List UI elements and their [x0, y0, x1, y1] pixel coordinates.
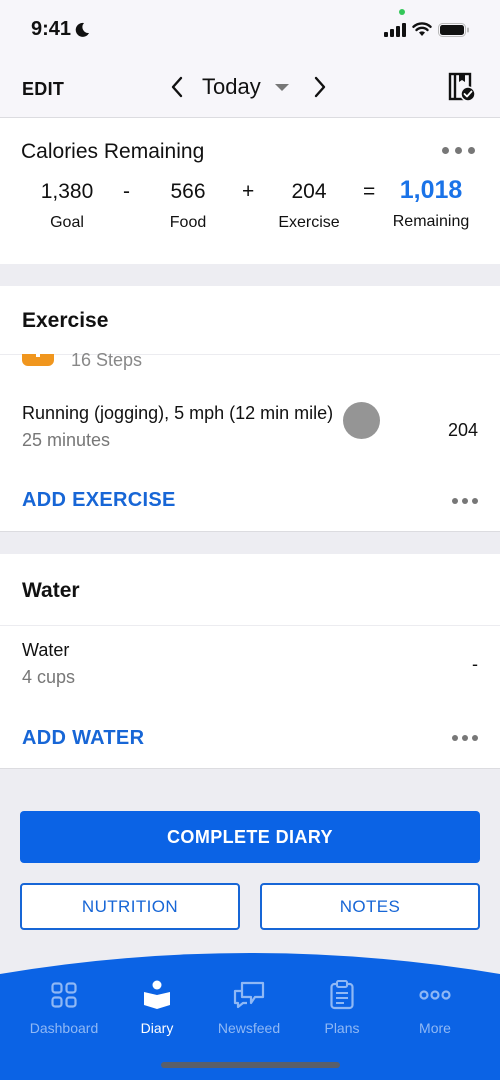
exercise-section: Exercise 16 Steps Running (jogging), 5 m…: [0, 286, 500, 532]
tab-plans[interactable]: Plans: [292, 978, 392, 1036]
minus-operator: -: [123, 180, 130, 203]
calories-equation: 1,380 Goal - 566 Food + 204 Exercise = 1…: [0, 176, 500, 250]
edit-button[interactable]: EDIT: [22, 79, 64, 100]
tab-label: Dashboard: [29, 1020, 99, 1036]
touch-indicator: [343, 402, 380, 439]
calories-remaining-card[interactable]: Calories Remaining 1,380 Goal - 566 Food…: [0, 118, 500, 264]
time-text: 9:41: [31, 18, 72, 40]
tab-more[interactable]: More: [385, 978, 485, 1036]
status-bar: 9:41: [0, 0, 500, 60]
food-column: 566 Food: [133, 180, 243, 232]
plus-operator: +: [242, 180, 255, 203]
goal-column: 1,380 Goal: [12, 180, 122, 232]
home-indicator[interactable]: [161, 1062, 340, 1068]
plans-icon: [330, 980, 354, 1010]
tab-diary[interactable]: Diary: [107, 978, 207, 1036]
add-exercise-button[interactable]: ADD EXERCISE: [22, 489, 176, 512]
tab-label: Diary: [140, 1020, 174, 1036]
status-time: 9:41: [31, 18, 90, 41]
remaining-value: 1,018: [399, 176, 463, 204]
remaining-column: 1,018 Remaining: [376, 176, 486, 231]
notes-button[interactable]: NOTES: [260, 883, 480, 930]
steps-entry[interactable]: 16 Steps: [71, 350, 142, 371]
calories-title: Calories Remaining: [21, 140, 205, 163]
water-name: Water: [22, 640, 70, 660]
food-value: 566: [170, 180, 206, 203]
more-icon: [419, 990, 451, 1000]
exercise-title: Exercise: [22, 309, 109, 332]
date-navigator: Today: [170, 74, 327, 100]
privacy-indicator-dot: [399, 9, 405, 15]
food-label: Food: [169, 214, 207, 231]
moon-icon: [75, 22, 90, 37]
water-section: Water Water 4 cups - ADD WATER: [0, 554, 500, 769]
battery-icon: [438, 22, 469, 37]
goal-value: 1,380: [40, 180, 94, 203]
nutrition-button[interactable]: NUTRITION: [20, 883, 240, 930]
dashboard-icon: [51, 982, 77, 1008]
goal-label: Goal: [50, 214, 84, 231]
section-divider: [0, 625, 500, 626]
tab-label: Plans: [324, 1020, 360, 1036]
steps-tracker-icon: [22, 354, 54, 366]
complete-diary-button[interactable]: COMPLETE DIARY: [20, 811, 480, 863]
water-title: Water: [22, 579, 80, 602]
exercise-calories: 204: [447, 420, 478, 440]
water-value: -: [472, 654, 478, 674]
status-icons: [384, 22, 470, 37]
diary-icon: [144, 980, 170, 1009]
equals-operator: =: [363, 180, 376, 203]
diary-header: EDIT Today: [0, 60, 500, 118]
exercise-duration: 25 minutes: [22, 430, 111, 450]
signal-icon: [384, 22, 406, 37]
chevron-right-icon[interactable]: [313, 76, 327, 98]
exercise-more-icon[interactable]: [452, 498, 478, 504]
exercise-label: Exercise: [278, 214, 340, 231]
exercise-column: 204 Exercise: [254, 180, 364, 232]
add-water-button[interactable]: ADD WATER: [22, 727, 144, 750]
date-label[interactable]: Today: [202, 74, 261, 100]
tab-label: Newsfeed: [217, 1020, 281, 1036]
water-amount: 4 cups: [22, 667, 76, 687]
chevron-left-icon[interactable]: [170, 76, 184, 98]
exercise-name: Running (jogging), 5 mph (12 min mile): [22, 403, 334, 423]
caret-down-icon[interactable]: [274, 83, 289, 91]
tab-label: More: [419, 1020, 451, 1036]
water-more-icon[interactable]: [452, 735, 478, 741]
tab-bar: Dashboard Diary Newsfeed Plans More: [0, 948, 500, 1080]
wifi-icon: [412, 22, 432, 36]
tab-newsfeed[interactable]: Newsfeed: [199, 978, 299, 1036]
remaining-label: Remaining: [392, 213, 470, 230]
newsfeed-icon: [233, 981, 265, 1009]
exercise-value: 204: [291, 180, 327, 203]
diary-complete-icon[interactable]: [448, 72, 476, 102]
tab-dashboard[interactable]: Dashboard: [14, 978, 114, 1036]
calories-more-icon[interactable]: [442, 147, 475, 154]
